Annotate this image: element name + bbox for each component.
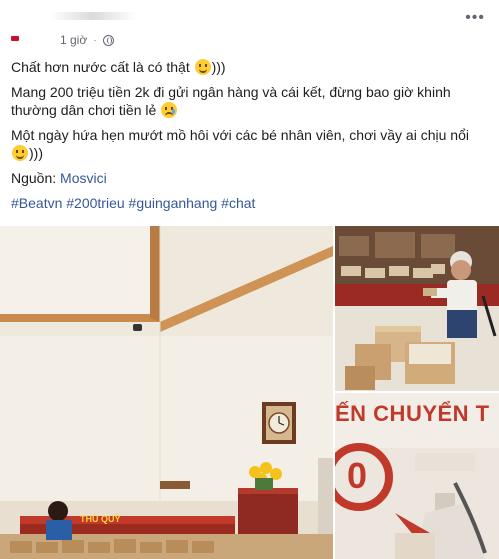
paragraph-text: Một ngày hứa hẹn mướt mồ hôi với các bé …: [11, 127, 469, 143]
sad-emoji-icon: [161, 102, 178, 118]
post-timestamp[interactable]: 1 giờ: [60, 33, 87, 47]
photo-transfer-counter[interactable]: ẾN CHUYỂN T 0: [335, 393, 499, 559]
photo-grid: THỦ QUỸ ẾN CHUYỂN T 0: [0, 226, 499, 559]
paragraph-suffix: ))): [29, 145, 43, 161]
post-paragraph-1: Chất hơn nước cất là có thật ))): [11, 58, 489, 76]
counter-sign: THỦ QUỸ: [80, 514, 121, 524]
more-options-button[interactable]: •••: [465, 10, 485, 26]
redacted-name: [50, 12, 136, 20]
meta-separator: ·: [93, 34, 97, 46]
paragraph-text: Mang 200 triệu tiền 2k đi gửi ngân hàng …: [11, 84, 451, 118]
paragraph-text: Chất hơn nước cất là có thật: [11, 59, 194, 75]
facebook-post: 1 giờ · ••• Chất hơn nước cất là có thật…: [0, 0, 499, 559]
post-paragraph-2: Mang 200 triệu tiền 2k đi gửi ngân hàng …: [11, 83, 489, 119]
paragraph-suffix: ))): [211, 59, 226, 75]
post-source: Nguồn: Mosvici: [11, 169, 489, 187]
smile-emoji-icon: [194, 59, 211, 75]
avatar-fragment: [11, 36, 19, 41]
globe-icon[interactable]: [102, 34, 114, 46]
post-hashtags[interactable]: #Beatvn #200trieu #guinganhang #chat: [11, 194, 489, 212]
post-header: 1 giờ · •••: [0, 0, 499, 56]
photo-man-counting-money[interactable]: [335, 226, 499, 391]
counter-number: 0: [347, 455, 368, 496]
more-horizontal-icon: •••: [465, 9, 485, 26]
author-name-redacted[interactable]: [10, 12, 136, 41]
man-counting-money-illustration: [335, 226, 499, 391]
source-label: Nguồn:: [11, 170, 61, 186]
source-link[interactable]: Mosvici: [60, 170, 107, 186]
smile-emoji-icon: [12, 145, 28, 161]
post-paragraph-3: Một ngày hứa hẹn mướt mồ hôi với các bé …: [11, 126, 489, 162]
transfer-sign: ẾN CHUYỂN T: [335, 401, 490, 426]
photo-bank-lobby[interactable]: THỦ QUỸ: [0, 226, 333, 559]
post-meta: 1 giờ ·: [60, 33, 114, 47]
post-text: Chất hơn nước cất là có thật ))) Mang 20…: [11, 58, 489, 219]
bank-lobby-illustration: [0, 226, 333, 559]
